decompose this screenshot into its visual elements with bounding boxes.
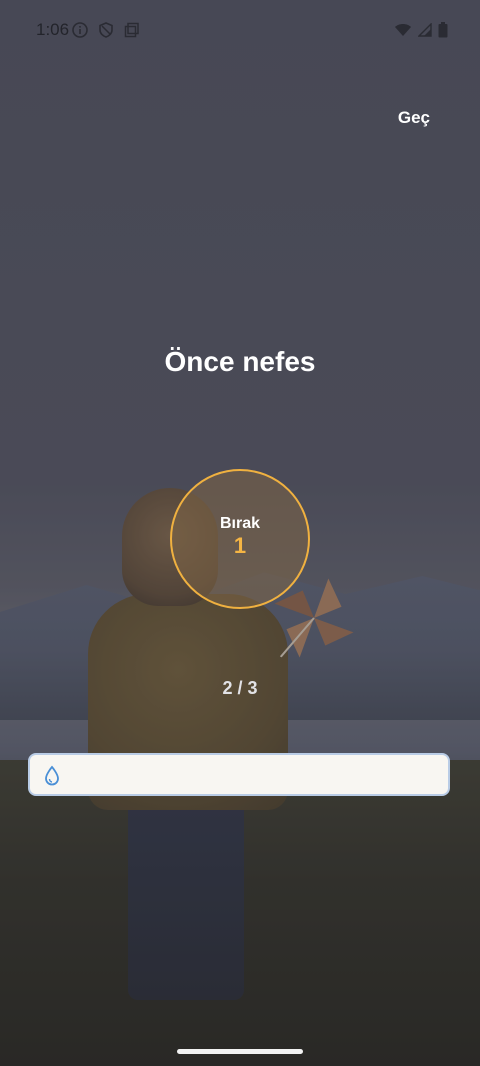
- wifi-icon: [395, 24, 411, 36]
- status-left-icons: [72, 22, 140, 38]
- shield-icon: [99, 22, 113, 38]
- page-title: Önce nefes: [164, 346, 316, 377]
- cellular-signal-icon: [418, 23, 432, 37]
- breathing-circle: Bırak 1: [170, 469, 310, 609]
- status-right-icons: [394, 22, 448, 38]
- breath-phase-label: Bırak: [219, 515, 261, 532]
- status-bar: 1:06: [0, 0, 480, 60]
- info-icon: [72, 22, 88, 38]
- text-input[interactable]: [72, 755, 438, 796]
- skip-button[interactable]: Geç: [396, 104, 432, 132]
- status-time: 1:06: [36, 20, 70, 39]
- drop-icon: [45, 765, 59, 786]
- cycle-counter: 2 / 3: [222, 678, 258, 698]
- breath-phase-count: 1: [233, 533, 247, 558]
- screenshot-icon: [124, 22, 139, 38]
- home-indicator[interactable]: [177, 1049, 303, 1054]
- text-input-bar[interactable]: [28, 753, 450, 796]
- battery-icon: [438, 22, 448, 38]
